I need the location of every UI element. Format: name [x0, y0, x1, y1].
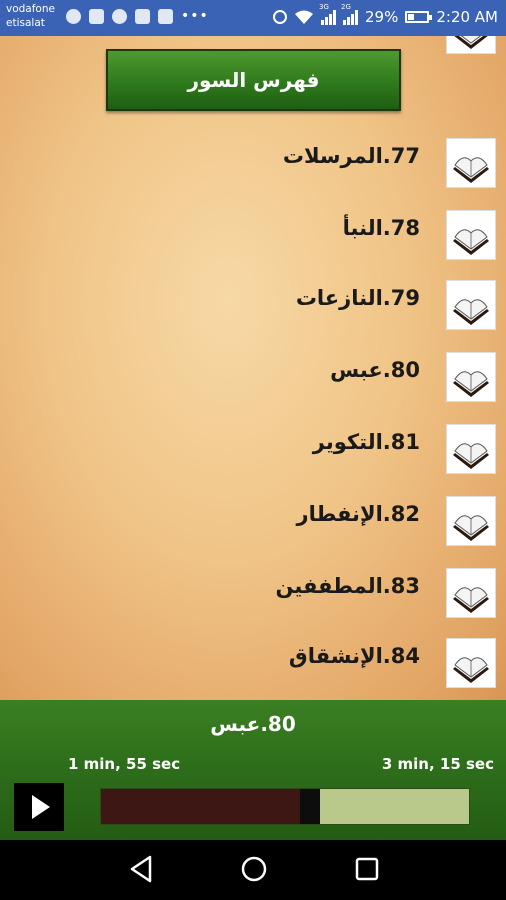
audio-player: 80.عبس 1 min, 55 sec 3 min, 15 sec [0, 700, 506, 840]
more-notifications-icon: ••• [181, 8, 209, 24]
signal-icon-1: 3G [319, 3, 336, 25]
elapsed-time: 1 min, 55 sec [68, 755, 181, 773]
signal-icon-2: 2G [341, 3, 358, 25]
quran-book-icon [446, 496, 496, 546]
status-bar: vodafone etisalat ••• 3G 2G 29% 2:20 AM [0, 0, 506, 36]
quran-book-icon [446, 352, 496, 402]
quran-book-icon [446, 280, 496, 330]
notification-icons: ••• [66, 9, 209, 24]
surah-label: 78.النبأ [342, 216, 420, 240]
list-item-surah[interactable]: 83.المطففين [0, 562, 506, 622]
back-icon[interactable] [128, 854, 154, 884]
progress-thumb[interactable] [300, 789, 320, 824]
list-item-surah[interactable]: 81.التكوير [0, 418, 506, 478]
status-right: 3G 2G 29% 2:20 AM [273, 3, 498, 26]
quran-book-icon [446, 568, 496, 618]
list-item-surah[interactable]: 78.النبأ [0, 204, 506, 264]
whatsapp-icon [112, 9, 127, 24]
image-icon [135, 9, 150, 24]
surah-label: 79.النازعات [295, 286, 420, 310]
list-item-surah[interactable]: 84.الإنشقاق [0, 632, 506, 692]
system-navigation-bar [0, 840, 506, 900]
surah-label: 82.الإنفطار [296, 502, 420, 526]
page-title: فهرس السور [106, 49, 401, 111]
progress-slider[interactable] [100, 788, 470, 825]
play-icon [32, 795, 50, 819]
surah-label: 84.الإنشقاق [288, 644, 420, 668]
quran-book-icon [446, 210, 496, 260]
quran-book-icon [446, 138, 496, 188]
clock: 2:20 AM [436, 8, 498, 26]
surah-label: 80.عبس [330, 358, 420, 382]
gallery-icon [89, 9, 104, 24]
surah-label: 83.المطففين [275, 574, 420, 598]
surah-list[interactable]: 77.المرسلات 78.النبأ 79.النازعات 80.عبس 81.ا… [0, 36, 506, 700]
carrier-name-1: vodafone [6, 3, 55, 15]
list-item-surah[interactable]: 79.النازعات [0, 274, 506, 334]
battery-percent: 29% [365, 8, 399, 26]
home-icon[interactable] [239, 854, 269, 884]
list-item-surah[interactable]: 82.الإنفطار [0, 490, 506, 550]
recents-icon[interactable] [354, 854, 380, 884]
quran-book-icon [446, 638, 496, 688]
surah-label: 81.التكوير [312, 430, 420, 454]
list-item-surah[interactable]: 80.عبس [0, 346, 506, 406]
alarm-icon [273, 10, 287, 24]
surah-index-panel: 77.المرسلات 78.النبأ 79.النازعات 80.عبس 81.ا… [0, 36, 506, 700]
carrier-label: vodafone etisalat [6, 2, 55, 30]
list-item-surah[interactable]: 77.المرسلات [0, 132, 506, 192]
play-button[interactable] [14, 783, 64, 831]
carrier-name-2: etisalat [6, 17, 45, 29]
chat-icon [158, 9, 173, 24]
messenger-icon [66, 9, 81, 24]
wifi-icon [295, 10, 313, 24]
quran-book-icon [446, 424, 496, 474]
progress-played [101, 789, 300, 824]
now-playing-title: 80.عبس [210, 712, 296, 736]
surah-label: 77.المرسلات [282, 144, 420, 168]
battery-icon [405, 11, 433, 23]
total-time: 3 min, 15 sec [381, 755, 494, 773]
quran-book-icon [446, 36, 496, 54]
network-type-1: 3G [319, 3, 329, 11]
network-type-2: 2G [341, 3, 351, 11]
